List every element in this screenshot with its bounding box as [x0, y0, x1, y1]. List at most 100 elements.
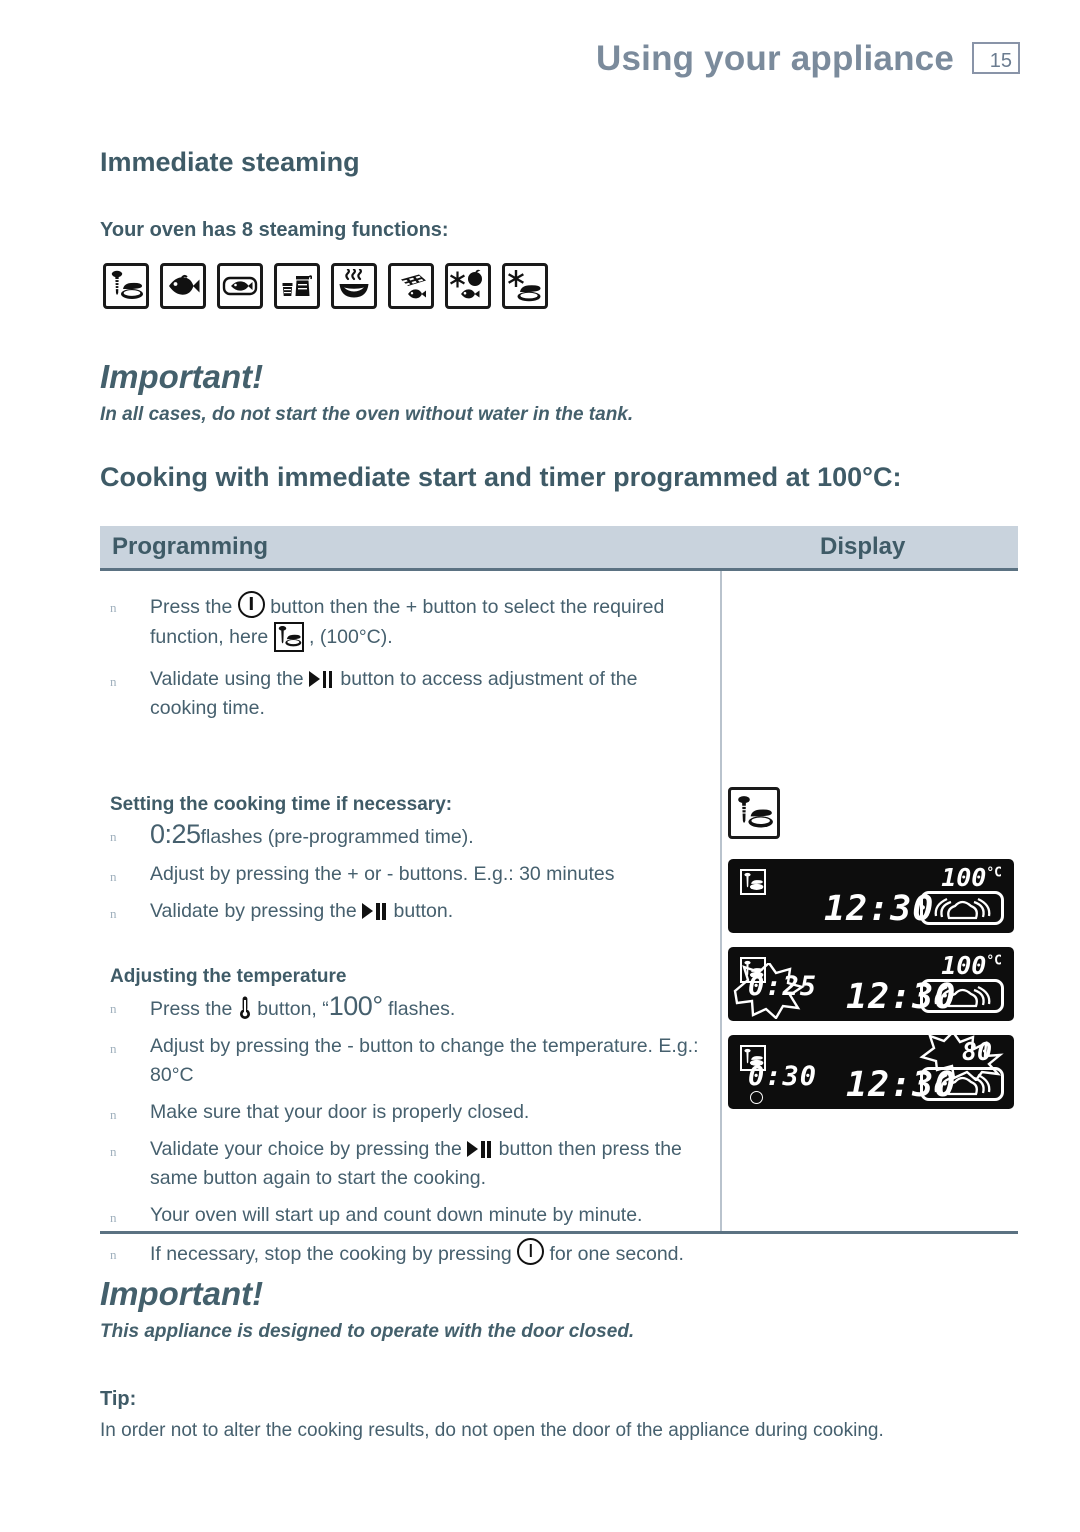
text-fragment: button.: [388, 900, 454, 922]
tip-text: In order not to alter the cooking result…: [100, 1420, 884, 1441]
text-fragment: Validate your choice by pressing the: [150, 1138, 468, 1160]
bullet-text-validate-choice: Validate your choice by pressing the but…: [150, 1138, 682, 1189]
tip-label: Tip:: [100, 1388, 137, 1410]
important-top-title: Important!: [100, 358, 264, 395]
page-number-box: 15: [972, 42, 1020, 74]
bullet-marker: n: [110, 1107, 117, 1122]
bullet-text-preprogrammed-time: 0:25flashes (pre-programmed time).: [150, 820, 474, 849]
bullet-text-stop-cooking: If necessary, stop the cooking by pressi…: [150, 1238, 684, 1265]
important-bottom-title: Important!: [100, 1275, 264, 1312]
temperature-readout: 80: [962, 1037, 992, 1066]
list-item: n Validate by pressing the button.: [100, 897, 710, 926]
bullet-marker: n: [110, 1144, 117, 1159]
fish-in-dish-icon: [217, 263, 263, 309]
play-pause-icon: [467, 1141, 493, 1158]
cooking-time-heading: Setting the cooking time if necessary:: [110, 794, 453, 815]
bullet-marker: n: [110, 1247, 117, 1262]
text-fragment: Validate by pressing the: [150, 900, 363, 922]
bullet-text-countdown: Your oven will start up and count down m…: [150, 1204, 643, 1226]
lcd-panel-cooking-time-flashing: 100°C 0:25 12:30: [728, 947, 1014, 1021]
play-pause-icon: [362, 903, 388, 920]
temperature-unit: °C: [986, 865, 1002, 881]
list-item: n Validate your choice by pressing the b…: [100, 1135, 710, 1193]
thermometer-icon: [238, 995, 252, 1021]
list-item: n Press the button, “100° flashes.: [100, 992, 710, 1024]
temperature-value: 80: [961, 1037, 992, 1066]
temperature-readout: 100°C: [941, 951, 1002, 980]
text-fragment: flashes.: [382, 998, 456, 1020]
bullet-text-door-closed: Make sure that your door is properly clo…: [150, 1101, 530, 1123]
bullet-text-validate-time: Validate by pressing the button.: [150, 900, 453, 922]
jars-preserving-icon: [274, 263, 320, 309]
list-item: n Your oven will start up and count down…: [100, 1201, 710, 1230]
page-title: Using your appliance: [596, 38, 954, 78]
clock-readout: 12:30: [824, 889, 935, 929]
list-item: n Press the button then the + button to …: [100, 591, 710, 652]
bullet-marker: n: [110, 1210, 117, 1225]
procedure-heading: Cooking with immediate start and timer p…: [100, 462, 902, 492]
page-header: Using your appliance 15: [0, 32, 1020, 84]
bowl-steam-icon: [331, 263, 377, 309]
temperature-unit: °C: [986, 953, 1002, 969]
manual-page: Using your appliance 15 Immediate steami…: [0, 0, 1080, 1532]
list-item: n Make sure that your door is properly c…: [100, 1098, 710, 1127]
programming-display-table: Programming Display n Press the button t…: [100, 526, 1018, 1265]
list-item: n Adjust by pressing the - button to cha…: [100, 1032, 710, 1090]
bullet-text-adjust-temperature: Adjust by pressing the - button to chang…: [150, 1035, 699, 1086]
timer-readout: 0:30: [748, 1061, 818, 1092]
steam-indicator: [920, 1067, 1004, 1101]
temperature-value: 100°: [328, 991, 383, 1021]
timer-readout: 0:25: [748, 971, 818, 1002]
vegetables-and-meat-icon: [273, 622, 304, 652]
list-item: n 0:25flashes (pre-programmed time).: [100, 820, 710, 852]
column-header-display: Display: [820, 533, 906, 560]
vegetables-and-meat-icon: [740, 869, 766, 895]
power-button-icon: [517, 1238, 545, 1265]
list-item: n Adjust by pressing the + or - buttons.…: [100, 860, 710, 889]
bullet-marker: n: [110, 829, 117, 844]
fish-icon: [160, 263, 206, 309]
preprogrammed-time-value: 0:25: [150, 819, 201, 849]
section-subheading: Your oven has 8 steaming functions:: [100, 219, 449, 241]
text-fragment: Press the: [150, 998, 238, 1020]
defrost-meat-icon: [502, 263, 548, 309]
list-item: n If necessary, stop the cooking by pres…: [100, 1238, 710, 1269]
bullet-marker: n: [110, 1001, 117, 1016]
steam-indicator: [920, 891, 1004, 925]
vegetables-and-meat-icon: [728, 787, 780, 839]
table-column-divider: [720, 571, 722, 1231]
temperature-value: 100: [941, 951, 987, 980]
section-heading: Immediate steaming: [100, 147, 360, 177]
temperature-heading: Adjusting the temperature: [110, 966, 347, 987]
bullet-marker: n: [110, 1041, 117, 1056]
bullet-marker: n: [110, 906, 117, 921]
lcd-panel-clock: 100°C 12:30: [728, 859, 1014, 933]
defrost-vegetables-fish-icon: [445, 263, 491, 309]
page-number: 15: [989, 50, 1012, 72]
important-top-text: In all cases, do not start the oven with…: [100, 404, 634, 425]
bullet-marker: n: [110, 869, 117, 884]
bullet-text-press-thermometer: Press the button, “100° flashes.: [150, 992, 456, 1021]
text-fragment: button, “: [251, 998, 329, 1020]
bullet-text-validate: Validate using the button to access adju…: [150, 668, 637, 719]
text-fragment: flashes (pre-programmed time).: [200, 826, 474, 848]
table-header-row: Programming Display: [100, 526, 1018, 568]
table-body: n Press the button then the + button to …: [100, 571, 1018, 1265]
bullet-text-press-power: Press the button then the + button to se…: [150, 591, 664, 652]
column-header-programming: Programming: [112, 533, 269, 560]
steaming-function-icons: [103, 263, 548, 309]
bullet-marker: n: [110, 674, 117, 689]
steam-indicator: [920, 979, 1004, 1013]
important-bottom-text: This appliance is designed to operate wi…: [100, 1321, 635, 1342]
text-fragment: , (100°C).: [303, 626, 393, 648]
list-item: n Validate using the button to access ad…: [100, 665, 710, 723]
chocolate-and-fish-icon: [388, 263, 434, 309]
text-fragment: for one second.: [544, 1243, 684, 1265]
vegetables-and-meat-icon: [103, 263, 149, 309]
play-pause-icon: [309, 671, 335, 688]
bullet-text-adjust-time: Adjust by pressing the + or - buttons. E…: [150, 863, 615, 885]
lcd-panel-temperature-flashing: 0:30 12:30 80: [728, 1030, 1014, 1109]
text-fragment: Press the: [150, 596, 238, 618]
programming-column: n Press the button then the + button to …: [100, 591, 710, 1277]
